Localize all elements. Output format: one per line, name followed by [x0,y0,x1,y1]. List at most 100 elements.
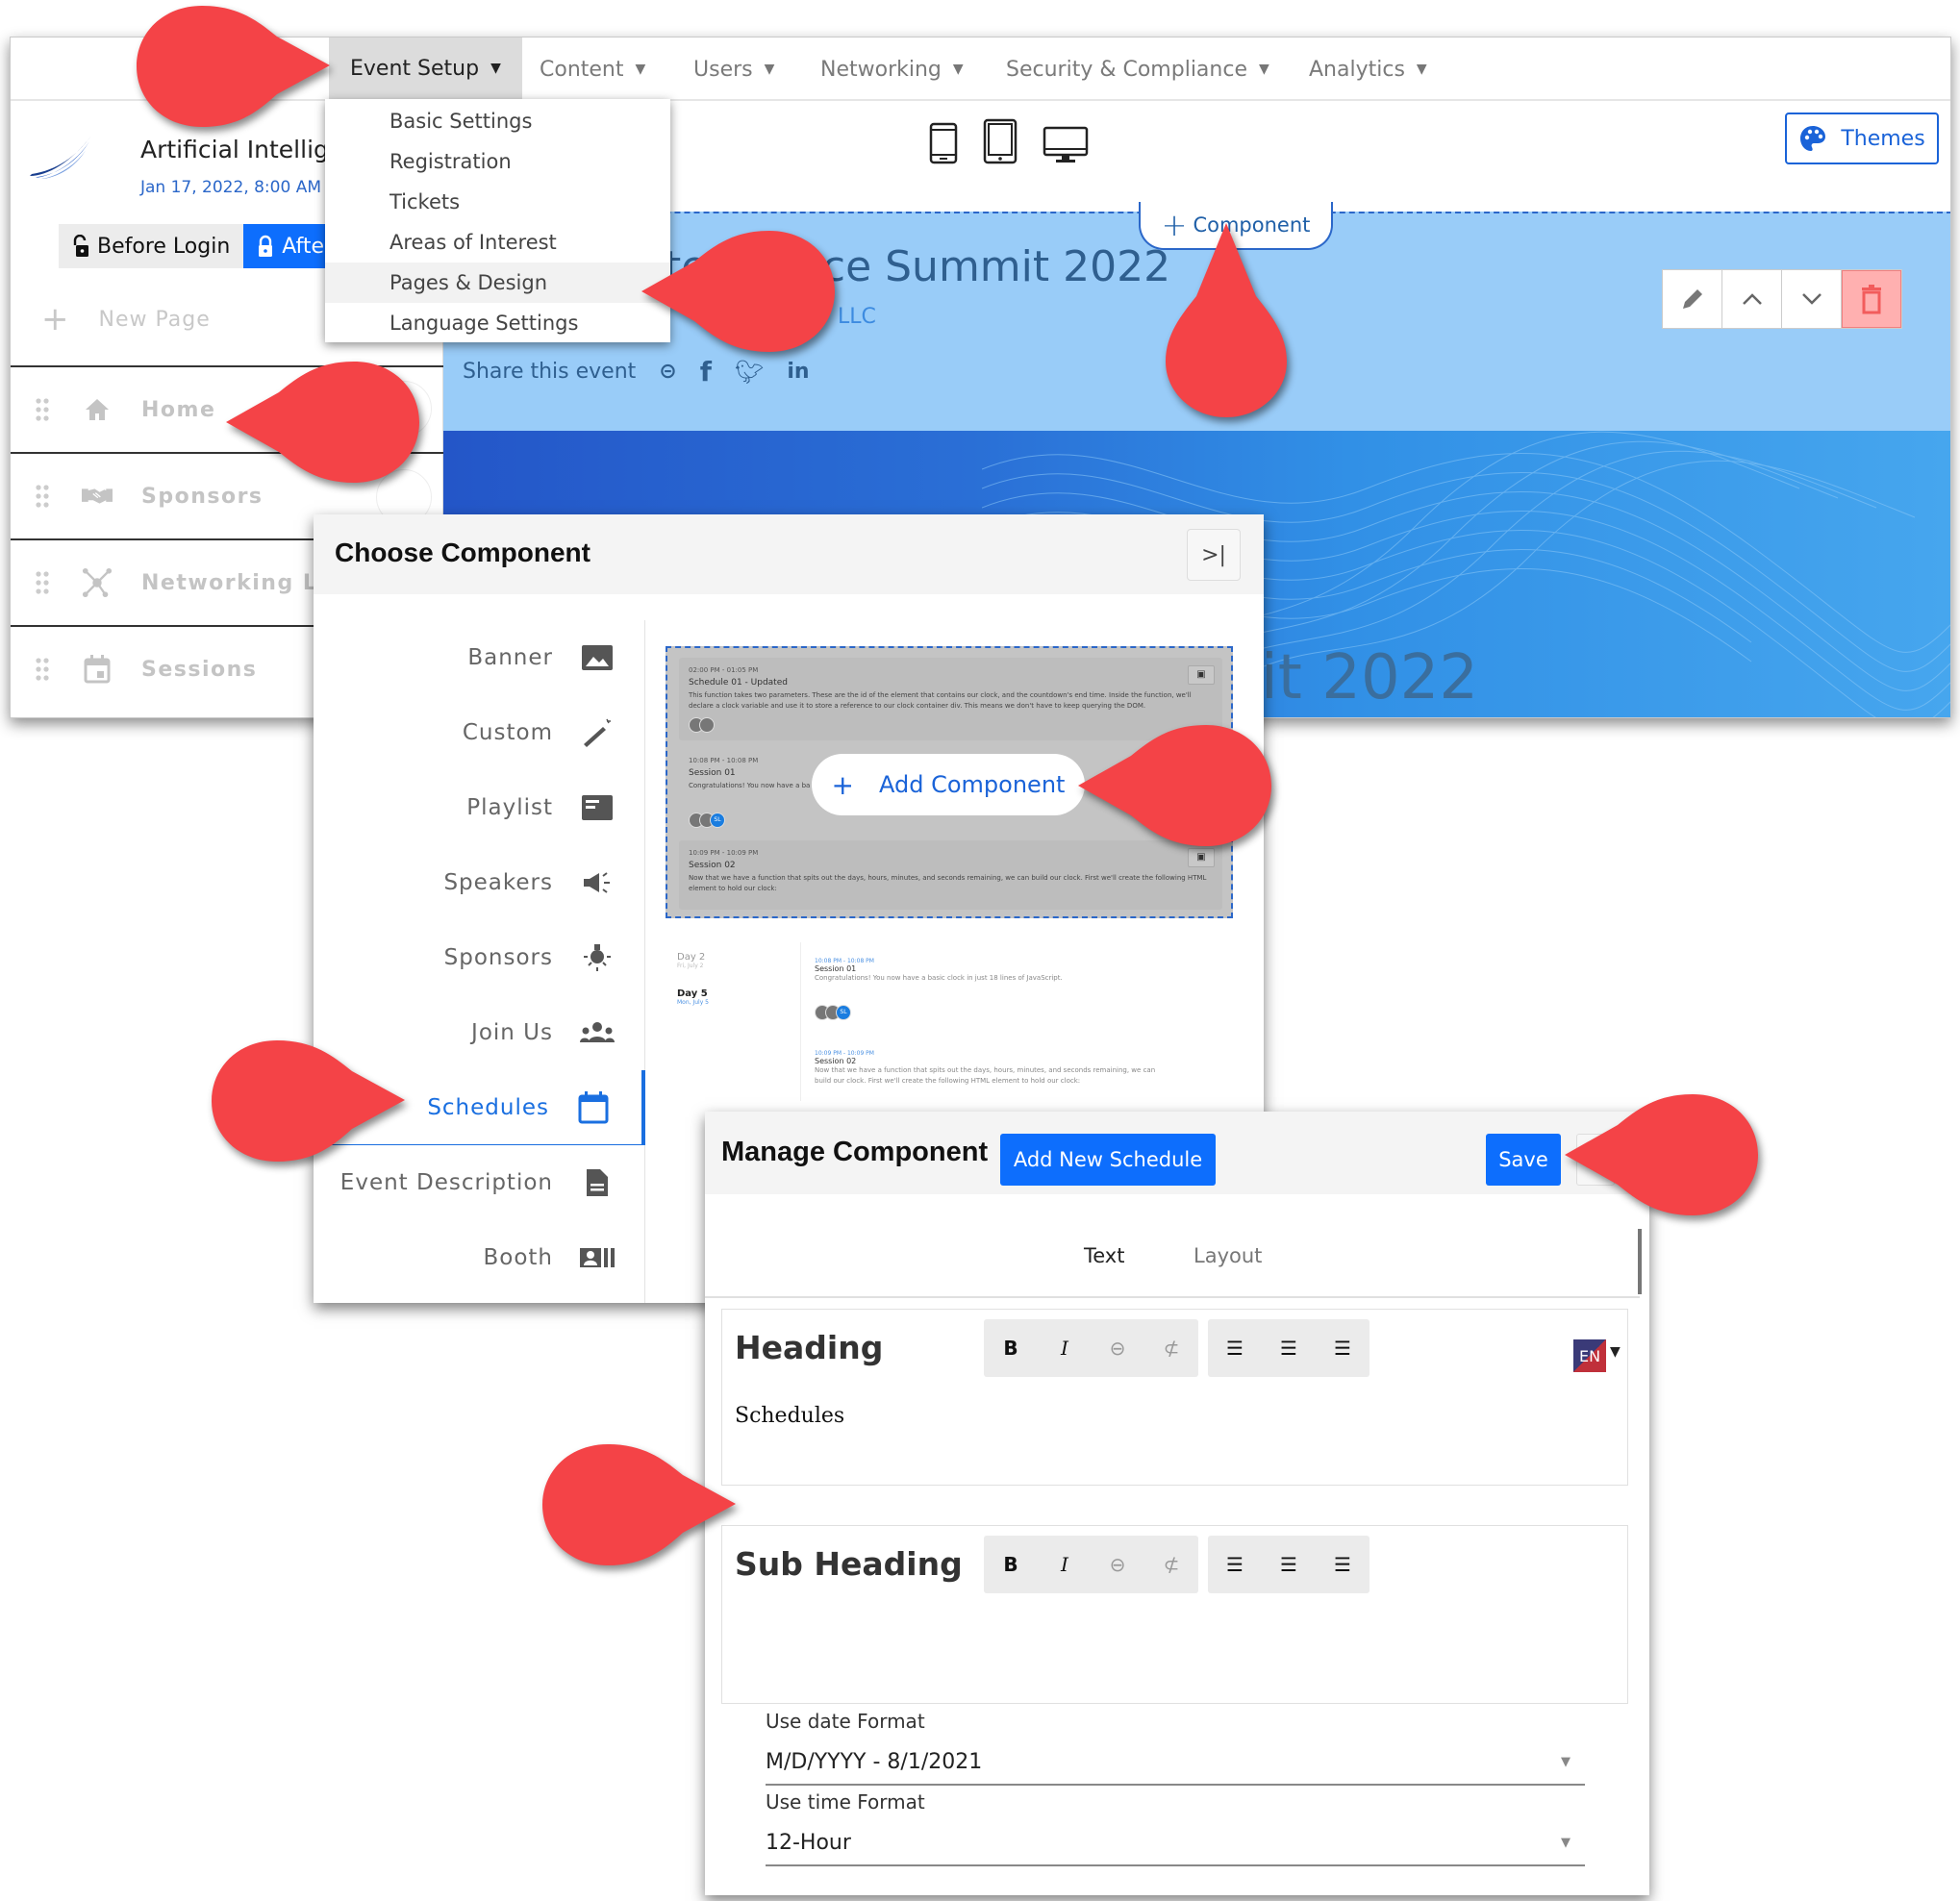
new-page-button[interactable]: + New Page [41,303,211,336]
delete-section-button[interactable] [1842,270,1901,328]
drag-handle-icon[interactable] [36,658,49,681]
callout-marker-7 [542,1444,736,1565]
link-group: ⊖ ⊄ [1091,1536,1198,1593]
unlink-icon[interactable]: ⊄ [1144,1319,1198,1377]
tab-text[interactable]: Text [1084,1244,1124,1267]
mobile-view-icon[interactable] [929,122,958,164]
move-up-button[interactable] [1722,270,1782,328]
link-icon[interactable]: ⊝ [659,360,676,384]
menu-item-language-settings[interactable]: Language Settings [325,303,670,343]
lock-icon [259,235,273,257]
pencil-icon [1682,289,1702,309]
caret-down-icon: ▼ [490,61,501,76]
align-right-icon[interactable]: ☰ [1316,1319,1369,1377]
edit-section-button[interactable] [1663,270,1722,328]
day-date: Mon, July 5 [677,999,709,1006]
nav-networking[interactable]: Networking ▼ [820,38,964,101]
before-login-button[interactable]: Before Login [59,224,244,268]
panel-title: Manage Component [721,1137,989,1167]
drag-handle-icon[interactable] [36,398,49,421]
bold-button[interactable]: B [984,1536,1038,1593]
category-sponsors[interactable]: Sponsors [314,920,645,995]
calendar-icon [82,654,113,685]
add-new-schedule-button[interactable]: Add New Schedule [1000,1134,1216,1186]
italic-button[interactable]: I [1038,1319,1092,1377]
nav-event-setup[interactable]: Event Setup ▼ [329,38,522,101]
link-icon[interactable]: ⊖ [1091,1319,1144,1377]
tablet-view-icon[interactable] [983,118,1018,164]
nav-label: Users [693,57,753,82]
session-description: Congratulations! You now have a basic cl… [815,974,1063,982]
category-speakers[interactable]: Speakers [314,845,645,920]
menu-item-areas-of-interest[interactable]: Areas of Interest [325,222,670,263]
date-format-select[interactable]: M/D/YYYY - 8/1/2021 ▼ [766,1739,1585,1786]
language-flag-icon[interactable]: EN [1573,1339,1606,1372]
align-left-icon[interactable]: ☰ [1208,1319,1262,1377]
move-down-button[interactable] [1782,270,1842,328]
menu-item-tickets[interactable]: Tickets [325,182,670,222]
device-preview-switcher [929,118,1089,164]
heading-text-input[interactable]: Schedules [735,1404,844,1428]
time-format-select[interactable]: 12-Hour ▼ [766,1820,1585,1866]
drag-handle-icon[interactable] [36,571,49,594]
caret-down-icon[interactable]: ▼ [1610,1344,1621,1360]
scrollbar[interactable] [1638,1229,1642,1294]
booth-icon [580,1240,615,1275]
trash-icon [1862,285,1881,314]
share-label: Share this event [463,360,637,384]
schedule-template-preview-2[interactable]: Day 2 Fri, July 2 Day 5 Mon, July 5 10:0… [666,942,1233,1106]
menu-item-basic-settings[interactable]: Basic Settings [325,101,670,141]
align-center-icon[interactable]: ☰ [1262,1536,1316,1593]
link-icon[interactable]: ⊖ [1091,1536,1144,1593]
category-booth[interactable]: Booth [314,1220,645,1295]
nav-label: Networking [820,57,942,82]
nav-security-compliance[interactable]: Security & Compliance ▼ [1006,38,1269,101]
alignment-group: ☰ ☰ ☰ [1208,1319,1369,1377]
sub-heading-label: Sub Heading [735,1545,963,1583]
heading-editor: Heading B I U ⊖ ⊄ ☰ ☰ ☰ EN ▼ Schedules [721,1309,1628,1486]
menu-item-pages-design[interactable]: Pages & Design [325,263,670,303]
menu-item-label: Registration [389,150,512,173]
nav-analytics[interactable]: Analytics ▼ [1309,38,1427,101]
twitter-icon[interactable]: 🐦︎ [735,359,764,386]
menu-item-registration[interactable]: Registration [325,141,670,182]
align-center-icon[interactable]: ☰ [1262,1319,1316,1377]
schedule-name: Schedule 01 - Updated [689,678,788,688]
desktop-view-icon[interactable] [1043,126,1089,164]
unlink-icon[interactable]: ⊄ [1144,1536,1198,1593]
align-right-icon[interactable]: ☰ [1316,1536,1369,1593]
document-icon [580,1165,615,1200]
network-icon [82,567,113,598]
category-label: Custom [462,720,553,745]
category-banner[interactable]: Banner [314,620,645,695]
category-custom[interactable]: Custom [314,695,645,770]
bold-button[interactable]: B [984,1319,1038,1377]
nav-content[interactable]: Content ▼ [540,38,645,101]
linkedin-icon[interactable]: in [787,360,809,384]
nav-label: Security & Compliance [1006,57,1247,82]
panel-header: Manage Component Add New Schedule Save [705,1112,1649,1194]
tab-bar: Text Layout [705,1194,1640,1298]
drag-handle-icon[interactable] [36,485,49,508]
sub-heading-editor: Sub Heading B I U ⊖ ⊄ ☰ ☰ ☰ [721,1525,1628,1704]
callout-marker-5 [212,1040,405,1162]
category-playlist[interactable]: Playlist [314,770,645,845]
align-left-icon[interactable]: ☰ [1208,1536,1262,1593]
tab-layout[interactable]: Layout [1194,1244,1262,1267]
add-component-button[interactable]: + Add Component [812,754,1085,815]
speaker-avatars: SL [815,1004,1161,1020]
lightbulb-icon [580,940,615,975]
category-label: Join Us [471,1020,553,1045]
schedule-name: Session 02 [689,861,736,871]
nav-users[interactable]: Users ▼ [693,38,774,101]
facebook-icon[interactable]: f [700,356,712,388]
schedule-day: Day 2 Fri, July 2 [677,952,705,969]
italic-button[interactable]: I [1038,1536,1092,1593]
save-button[interactable]: Save [1486,1134,1561,1186]
schedule-description: Now that we have a function that spits o… [689,873,1207,892]
unlock-icon [73,235,88,257]
callout-marker-2 [641,231,835,352]
collapse-panel-button[interactable]: >| [1187,529,1241,581]
themes-button[interactable]: Themes [1785,113,1939,164]
link-group: ⊖ ⊄ [1091,1319,1198,1377]
